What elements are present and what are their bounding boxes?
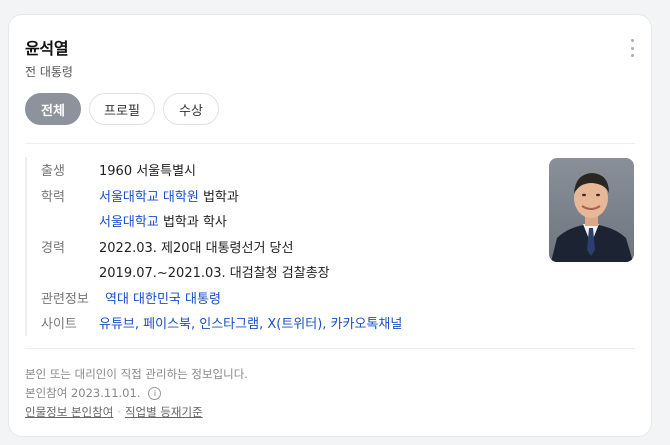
related-label: 관련정보: [41, 291, 89, 307]
info-row-sites: 사이트 유튜브, 페이스북, 인스타그램, X(트위터), 카카오톡채널: [27, 310, 527, 336]
site-link-youtube[interactable]: 유튜브: [99, 317, 135, 332]
participation-date-row: 본인참여 2023.11.01. i: [25, 385, 162, 401]
divider-top: [25, 143, 635, 144]
birth-label: 출생: [41, 164, 65, 180]
info-row-education-2: 서울대학교 법학과 학사: [27, 208, 527, 234]
career-item-2: 2019.07.~2021.03. 대검찰청 검찰총장: [99, 266, 330, 282]
profile-card: 윤석열 전 대통령 전체 프로필 수상 출생 1960 서울특별시 학력 서울대…: [8, 14, 652, 437]
info-row-birth: 출생 1960 서울특별시: [27, 157, 527, 183]
related-link[interactable]: 역대 대한민국 대통령: [105, 288, 221, 307]
more-options-icon[interactable]: [627, 39, 637, 57]
career-item-1: 2022.03. 제20대 대통령선거 당선: [99, 240, 294, 256]
footer-links: 인물정보 본인참여 · 직업별 등재기준: [25, 404, 203, 420]
site-link-kakao[interactable]: 카카오톡채널: [331, 317, 403, 332]
site-link-facebook[interactable]: 페이스북: [143, 317, 191, 332]
career-label: 경력: [41, 240, 65, 256]
tab-profile[interactable]: 프로필: [89, 93, 155, 125]
profile-photo[interactable]: [549, 158, 634, 262]
managed-info-note: 본인 또는 대리인이 직접 관리하는 정보입니다.: [25, 367, 248, 381]
info-row-education-1: 학력 서울대학교 대학원 법학과: [27, 183, 527, 209]
education-link-graduate[interactable]: 서울대학교 대학원: [99, 190, 199, 205]
info-icon[interactable]: i: [148, 386, 162, 400]
person-name[interactable]: 윤석열: [25, 35, 69, 59]
site-label: 사이트: [41, 317, 77, 333]
site-link-instagram[interactable]: 인스타그램: [199, 317, 259, 332]
info-list: 출생 1960 서울특별시 학력 서울대학교 대학원 법학과 서울대학교 법학과…: [25, 157, 527, 336]
listing-criteria-link[interactable]: 직업별 등재기준: [125, 405, 203, 419]
info-row-related: 관련정보 역대 대한민국 대통령: [27, 285, 527, 311]
site-link-x[interactable]: X(트위터): [267, 317, 322, 332]
info-row-career-1: 경력 2022.03. 제20대 대통령선거 당선: [27, 234, 527, 260]
info-row-career-2: 2019.07.~2021.03. 대검찰청 검찰총장: [27, 259, 527, 285]
tab-all[interactable]: 전체: [25, 93, 81, 125]
divider-bottom: [25, 348, 635, 349]
education-rest-2: 법학과 학사: [158, 215, 227, 231]
person-subtitle: 전 대통령: [25, 65, 73, 79]
self-participation-link[interactable]: 인물정보 본인참여: [25, 405, 113, 419]
participation-date: 본인참여 2023.11.01.: [25, 386, 141, 400]
tab-awards[interactable]: 수상: [163, 93, 219, 125]
birth-value: 1960 서울특별시: [99, 164, 197, 180]
education-rest-1: 법학과: [198, 189, 239, 205]
education-label: 학력: [41, 189, 65, 205]
education-link-undergrad[interactable]: 서울대학교: [99, 215, 159, 230]
tab-bar: 전체 프로필 수상: [25, 93, 219, 125]
footer-separator: ·: [117, 405, 121, 419]
